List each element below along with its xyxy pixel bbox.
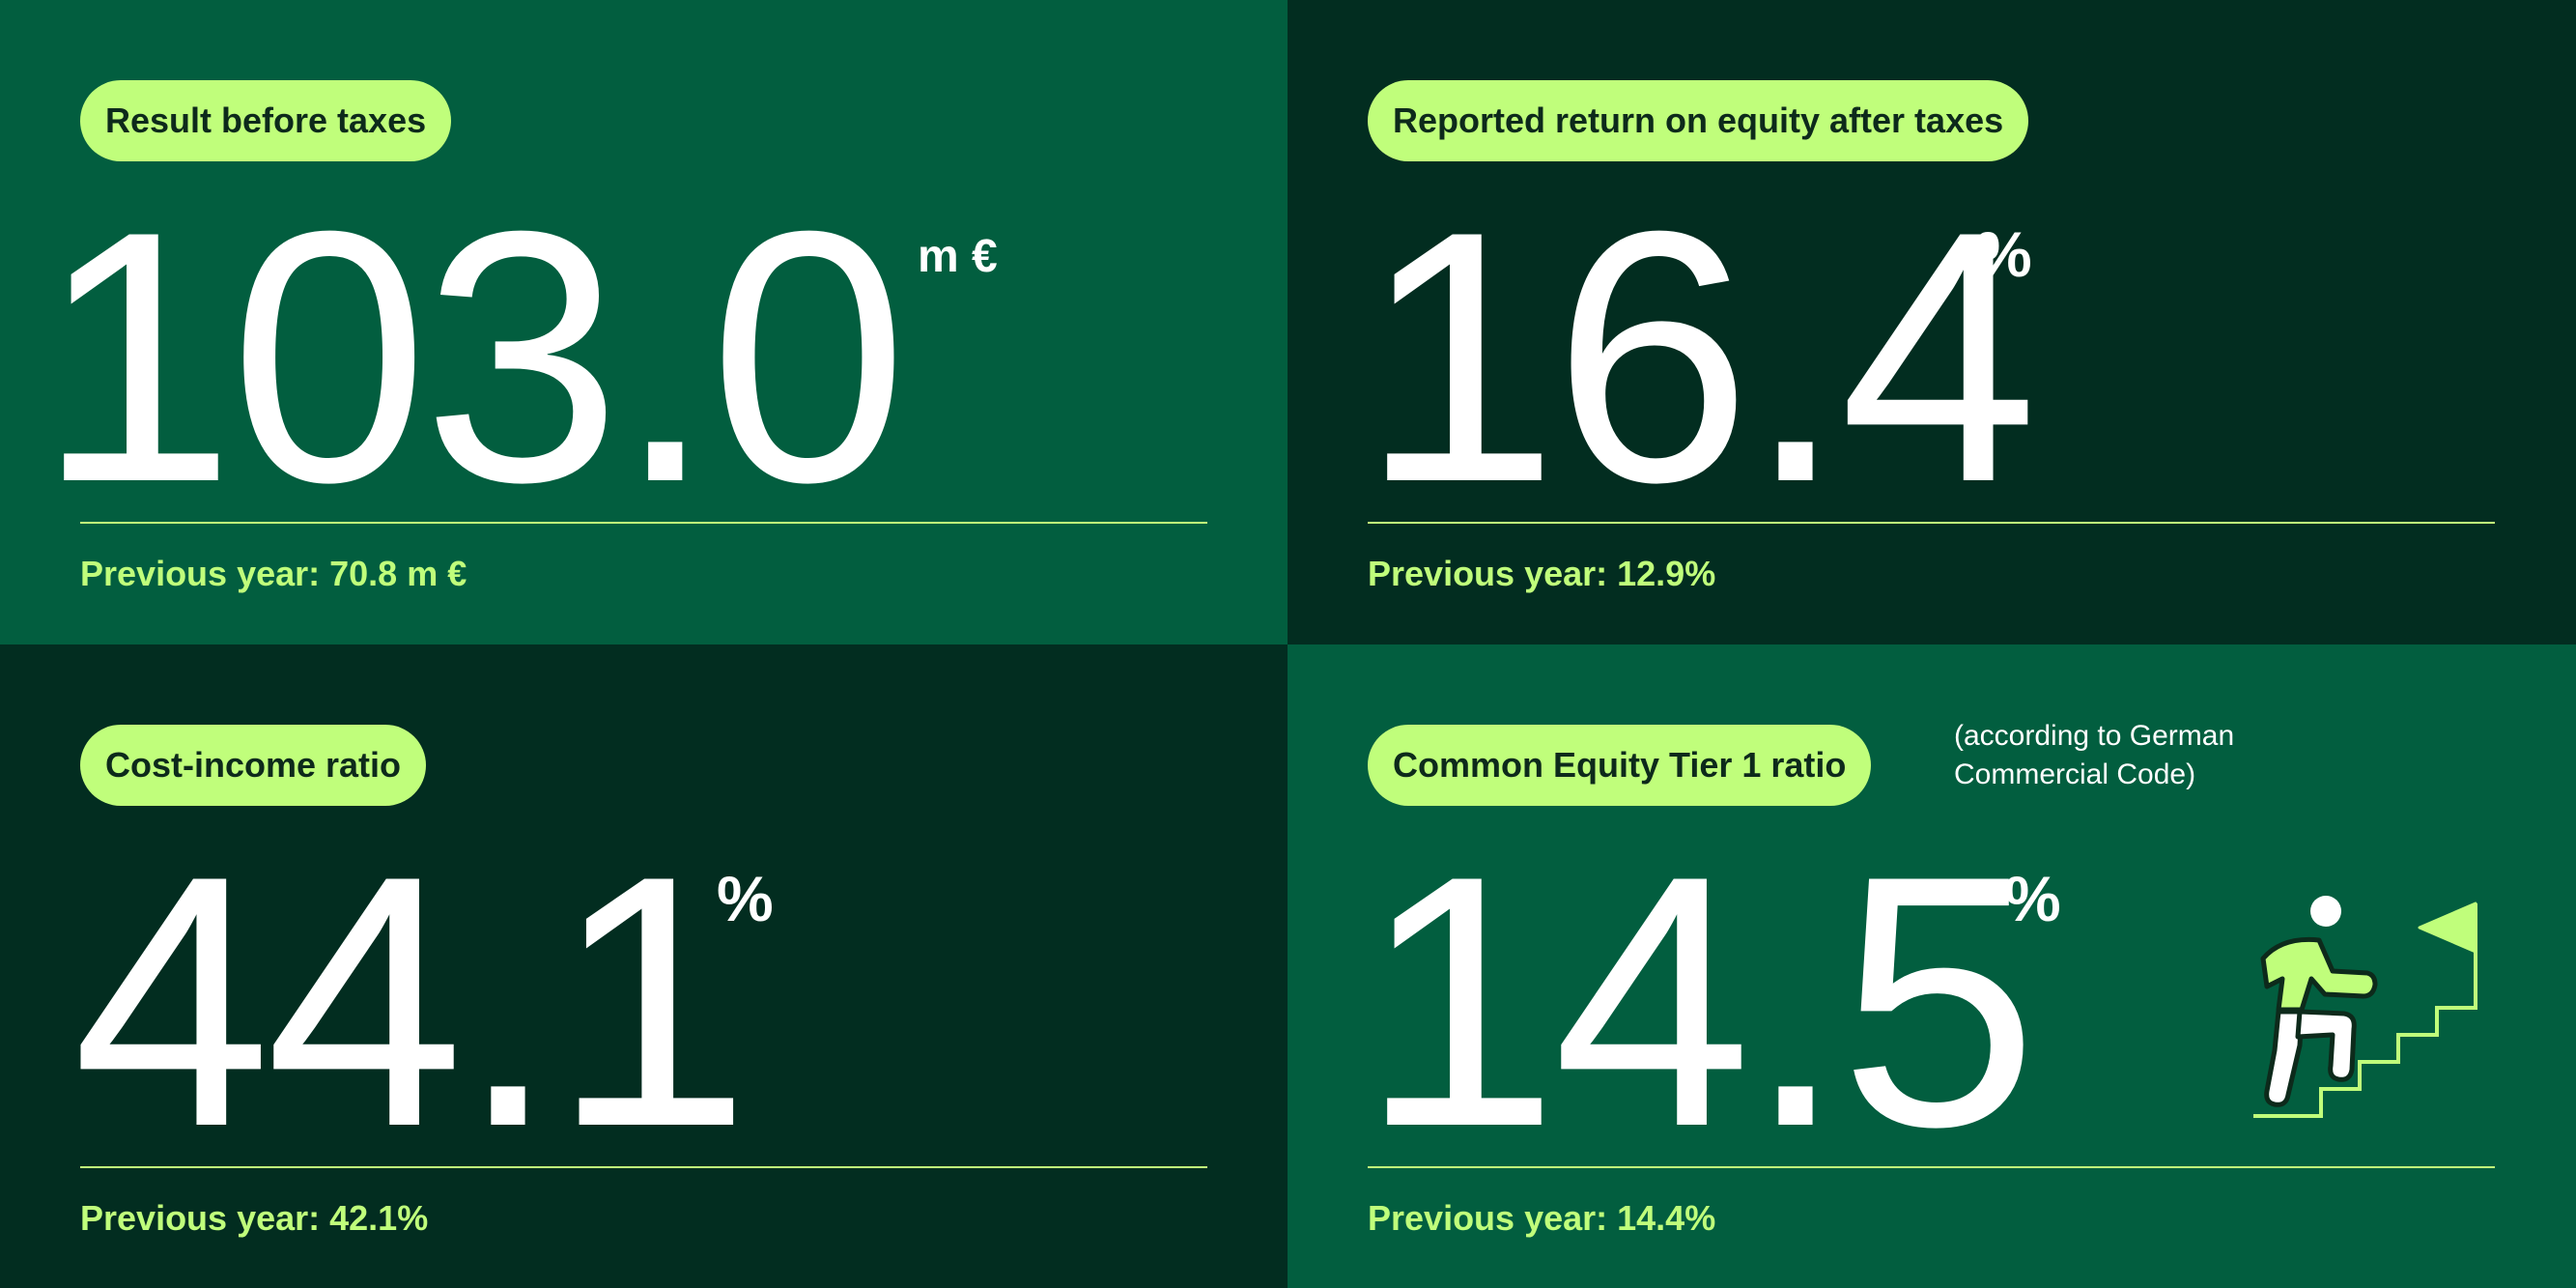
kpi-label-pill: Reported return on equity after taxes [1368,80,2029,161]
kpi-value: 14.5 [1360,802,2038,1201]
kpi-unit: % [2004,863,2061,934]
kpi-footnote-line: Commercial Code) [1954,758,2196,790]
kpi-label-pill: Common Equity Tier 1 ratio [1368,725,1872,806]
kpi-footnote: (according to German Commercial Code) [1954,717,2360,794]
kpi-label-pill: Result before taxes [80,80,452,161]
kpi-card-cost-income-ratio: Cost-income ratio 44.1 % Previous year: … [0,644,1288,1288]
divider [1368,522,2495,524]
kpi-unit: m € [918,231,998,282]
divider [80,1166,1207,1168]
divider [1368,1166,2495,1168]
kpi-unit: % [1975,218,2032,290]
kpi-card-cet1-ratio: Common Equity Tier 1 ratio (according to… [1288,644,2576,1288]
kpi-value: 44.1 [72,802,750,1201]
kpi-card-result-before-taxes: Result before taxes 103.0 m € Previous y… [0,0,1288,644]
previous-year-value: Previous year: 70.8 m € [80,554,467,593]
kpi-footnote-line: (according to German [1954,720,2235,752]
kpi-unit: % [717,863,774,934]
kpi-label-pill: Cost-income ratio [80,725,427,806]
previous-year-value: Previous year: 14.4% [1368,1198,1716,1238]
kpi-value: 16.4 [1360,157,2038,557]
previous-year-value: Previous year: 42.1% [80,1198,429,1238]
kpi-card-return-on-equity: Reported return on equity after taxes 16… [1288,0,2576,644]
kpi-grid: Result before taxes 103.0 m € Previous y… [0,0,2576,1288]
divider [80,522,1207,524]
person-climbing-stairs-to-flag-icon [2253,896,2477,1118]
previous-year-value: Previous year: 12.9% [1368,554,1716,593]
kpi-value: 103.0 [37,157,908,557]
